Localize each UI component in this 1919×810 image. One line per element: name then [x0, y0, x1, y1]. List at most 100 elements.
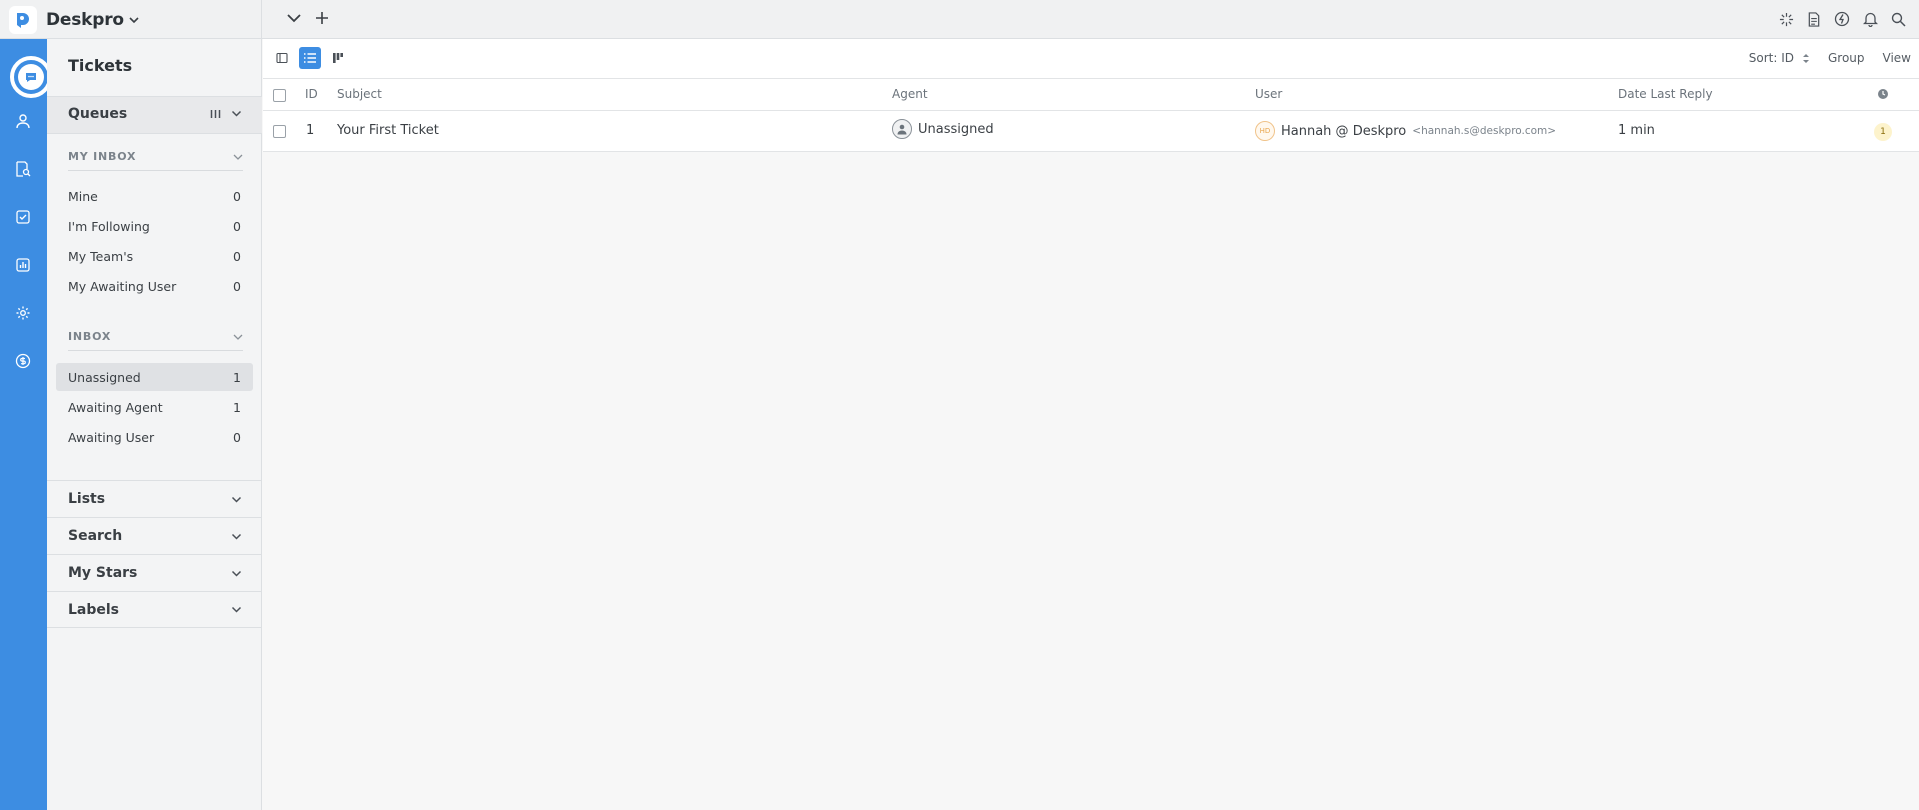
tickets-sidebar: Tickets Queues MY INBOX Mine 0 I'm Follo… [47, 39, 262, 810]
person-icon [897, 124, 907, 135]
sidebar-item-count: 1 [233, 399, 241, 415]
sidebar-item-awaiting-user[interactable]: Awaiting User 0 [56, 423, 253, 451]
brand-switcher[interactable]: Deskpro [0, 0, 262, 39]
divider [68, 170, 243, 171]
rail-billing[interactable] [13, 351, 33, 371]
rail-knowledge[interactable] [13, 159, 33, 179]
section-label: Search [68, 528, 123, 544]
sidebar-item-count: 0 [233, 188, 241, 204]
tickets-icon [26, 73, 36, 82]
chevron-down-icon [233, 334, 243, 340]
app-rail [0, 39, 52, 810]
column-subject[interactable]: Subject [337, 87, 382, 101]
sidebar-item-count: 0 [233, 278, 241, 294]
add-tab-plus-icon[interactable] [313, 9, 331, 27]
billing-icon [15, 353, 31, 369]
lightning-icon[interactable] [1833, 10, 1851, 28]
sort-arrows-icon [1802, 53, 1809, 63]
sidebar-item-unassigned[interactable]: Unassigned 1 [56, 363, 253, 391]
my-inbox-label: MY INBOX [68, 150, 137, 163]
group-button[interactable]: Group [1828, 51, 1865, 65]
reports-icon [16, 258, 30, 272]
status-badge: 1 [1874, 123, 1892, 141]
sidebar-section-labels[interactable]: Labels [47, 591, 262, 628]
sidebar-item-label: Mine [68, 188, 98, 204]
sidebar-section-lists[interactable]: Lists [47, 480, 262, 517]
settings-icon [16, 306, 30, 320]
sidebar-item-label: Unassigned [68, 369, 141, 385]
knowledge-search-icon [16, 161, 31, 177]
top-bar: Deskpro [0, 0, 1919, 39]
search-icon[interactable] [1889, 10, 1907, 28]
view-button[interactable]: View [1883, 51, 1911, 65]
sort-label: Sort: ID [1748, 51, 1794, 65]
sidebar-item-my-awaiting-user[interactable]: My Awaiting User 0 [56, 272, 253, 300]
board-view-button[interactable] [327, 47, 349, 69]
sidebar-item-label: My Team's [68, 248, 134, 264]
column-date-last-reply[interactable]: Date Last Reply [1618, 87, 1713, 101]
sidebar-item-label: Awaiting Agent [68, 399, 163, 415]
user-email: <hannah.s@deskpro.com> [1412, 125, 1557, 137]
column-agent[interactable]: Agent [892, 87, 928, 101]
column-user[interactable]: User [1255, 87, 1282, 101]
sidebar-item-awaiting-agent[interactable]: Awaiting Agent 1 [56, 393, 253, 421]
select-all-checkbox[interactable] [273, 89, 286, 102]
kanban-icon [333, 53, 343, 63]
inbox-label: INBOX [68, 330, 112, 343]
user-name: Hannah @ Deskpro [1281, 123, 1407, 139]
inbox-header[interactable]: INBOX [68, 330, 243, 343]
chevron-down-icon[interactable] [231, 108, 242, 119]
row-checkbox[interactable] [273, 125, 286, 138]
chevron-down-icon [231, 570, 242, 577]
agent-avatar [892, 119, 912, 139]
ticket-id: 1 [306, 123, 315, 138]
clock-icon[interactable] [1877, 88, 1889, 103]
ticket-subject[interactable]: Your First Ticket [337, 123, 439, 138]
sparkle-icon[interactable] [1777, 10, 1795, 28]
rail-tickets[interactable] [10, 56, 52, 98]
chevron-down-icon [231, 606, 242, 613]
sidebar-section-my-stars[interactable]: My Stars [47, 554, 262, 591]
sidebar-item-following[interactable]: I'm Following 0 [56, 212, 253, 240]
sort-dropdown[interactable]: Sort: ID [1749, 51, 1810, 65]
sidebar-section-search[interactable]: Search [47, 517, 262, 554]
rail-reports[interactable] [13, 255, 33, 275]
rail-tasks[interactable] [13, 207, 33, 227]
chevron-down-icon [231, 496, 242, 503]
list-view-button[interactable] [299, 47, 321, 69]
queues-header[interactable]: Queues [47, 97, 262, 133]
deskpro-logo [9, 5, 37, 34]
divider [68, 350, 243, 351]
table-row[interactable]: 1 Your First Ticket Unassigned HD Hannah… [263, 111, 1919, 152]
ticket-agent[interactable]: Unassigned [892, 119, 994, 139]
users-icon [16, 114, 30, 129]
chevron-down-icon [231, 533, 242, 540]
app-name: Deskpro [46, 9, 124, 30]
sidebar-item-count: 0 [233, 248, 241, 264]
section-label: Labels [68, 601, 120, 618]
chevron-down-icon [233, 154, 243, 160]
tabs-chevron-down-icon[interactable] [285, 9, 303, 27]
sidebar-item-count: 1 [233, 369, 241, 385]
sidebar-item-my-teams[interactable]: My Team's 0 [56, 242, 253, 270]
sidebar-item-label: I'm Following [68, 218, 150, 234]
queues-label: Queues [68, 106, 128, 122]
sidebar-item-label: Awaiting User [68, 429, 155, 445]
table-header: ID Subject Agent User Date Last Reply [263, 79, 1919, 111]
queue-settings-icon[interactable] [210, 109, 221, 119]
rail-users[interactable] [13, 111, 33, 131]
toggle-sidebar-button[interactable] [271, 47, 293, 69]
my-inbox-header[interactable]: MY INBOX [68, 150, 243, 163]
divider [47, 133, 262, 134]
column-id[interactable]: ID [305, 87, 318, 101]
chevron-down-icon [128, 14, 140, 26]
sidebar-item-mine[interactable]: Mine 0 [56, 182, 253, 210]
bell-icon[interactable] [1861, 10, 1879, 28]
document-icon[interactable] [1805, 10, 1823, 28]
tasks-icon [16, 210, 30, 224]
list-view-icon [304, 53, 316, 63]
sidebar-item-count: 0 [233, 218, 241, 234]
section-label: Lists [68, 491, 106, 507]
rail-settings[interactable] [13, 303, 33, 323]
ticket-user[interactable]: HD Hannah @ Deskpro <hannah.s@deskpro.co… [1255, 121, 1556, 141]
